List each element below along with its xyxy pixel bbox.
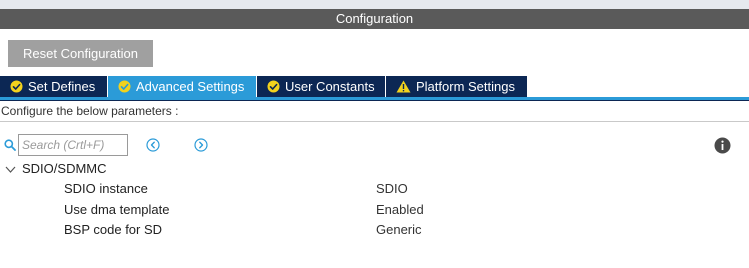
next-match-button[interactable] [194,138,208,152]
search-input[interactable] [18,134,128,156]
tab-label: Set Defines [28,79,96,94]
tab-label: User Constants [285,79,375,94]
param-value[interactable]: Generic [376,222,422,237]
divider [0,100,749,101]
check-circle-icon [10,80,23,93]
param-value[interactable]: Enabled [376,202,424,217]
reset-configuration-button[interactable]: Reset Configuration [8,40,153,67]
check-circle-icon [267,80,280,93]
tab-platform-settings[interactable]: Platform Settings [386,76,528,97]
tab-set-defines[interactable]: Set Defines [0,76,108,97]
check-circle-icon [118,80,131,93]
info-icon[interactable] [714,137,731,154]
panel-title: Configuration [0,9,749,29]
tab-bar: Set Defines Advanced Settings User Const… [0,76,528,97]
chevron-down-icon[interactable] [5,165,16,174]
tab-advanced-settings[interactable]: Advanced Settings [108,76,257,97]
instruction-text: Configure the below parameters : [1,104,179,118]
warning-icon [396,80,411,93]
param-name: Use dma template [64,202,170,217]
tab-user-constants[interactable]: User Constants [257,76,386,97]
param-value[interactable]: SDIO [376,181,408,196]
top-strip [0,0,749,9]
search-icon [4,139,16,151]
tab-label: Advanced Settings [136,79,245,94]
param-name: SDIO instance [64,181,148,196]
tab-label: Platform Settings [416,79,515,94]
param-name: BSP code for SD [64,222,163,237]
group-label-sdio-sdmmc[interactable]: SDIO/SDMMC [22,161,107,176]
previous-match-button[interactable] [146,138,160,152]
divider [0,121,749,122]
